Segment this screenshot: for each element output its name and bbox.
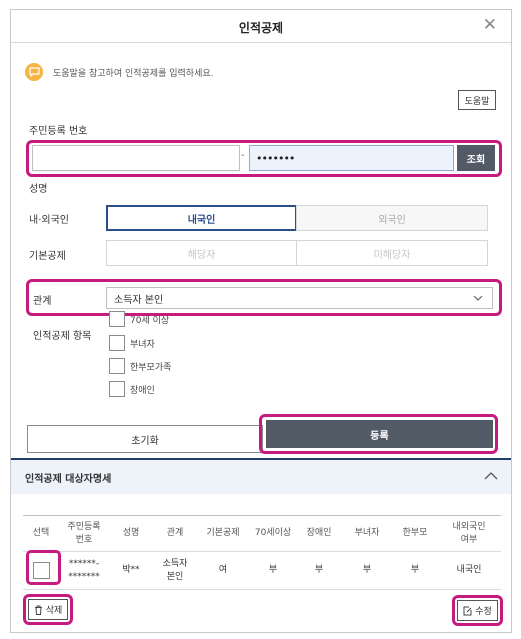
col-nationality: 내외국인 여부 xyxy=(437,515,501,552)
over70-checkbox[interactable] xyxy=(109,311,125,327)
col-rrn-line1: 주민등록 xyxy=(67,521,101,532)
reset-button[interactable]: 초기화 xyxy=(27,425,263,453)
col-rrn: 주민등록 번호 xyxy=(59,515,109,552)
disabled-label: 장애인 xyxy=(130,385,155,396)
col-single-parent: 한부모 xyxy=(393,515,437,552)
row-select-highlight xyxy=(26,550,61,585)
row-woman: 부 xyxy=(341,551,393,590)
item-disabled[interactable]: 장애인 xyxy=(109,380,155,398)
single-parent-checkbox[interactable] xyxy=(109,358,125,374)
row-rrn-front: ******- xyxy=(68,558,100,569)
rrn-label: 주민등록 번호 xyxy=(29,126,88,137)
help-button[interactable]: 도움말 xyxy=(458,90,496,110)
help-message: 도움말을 참고하여 인적공제를 입력하세요. xyxy=(25,63,214,81)
table-row: ******- ******* 박** 소득자 본인 여 부 부 부 부 내국인 xyxy=(23,551,501,590)
basic-deduction-label: 기본공제 xyxy=(29,251,66,262)
relation-select-value: 소득자 본인 xyxy=(114,294,164,306)
col-rrn-line2: 번호 xyxy=(75,534,93,545)
woman-checkbox[interactable] xyxy=(109,335,125,351)
row-basic: 여 xyxy=(197,551,249,590)
relation-label: 관계 xyxy=(33,296,52,307)
row-relation: 소득자 본인 xyxy=(153,551,197,590)
item-single-parent[interactable]: 한부모가족 xyxy=(109,357,171,375)
edit-button[interactable]: 수정 xyxy=(457,600,498,621)
woman-label: 부녀자 xyxy=(130,339,155,350)
basic-deduction-ineligible-option[interactable]: 미해당자 xyxy=(296,240,488,266)
row-nationality: 내국인 xyxy=(437,551,501,590)
col-relation: 관계 xyxy=(153,515,197,552)
col-woman: 부녀자 xyxy=(341,515,393,552)
help-text: 도움말을 참고하여 인적공제를 입력하세요. xyxy=(53,68,214,79)
name-label: 성명 xyxy=(29,184,48,195)
table-header-row: 선택 주민등록 번호 성명 관계 기본공제 70세이상 장애인 부녀자 한부모 … xyxy=(23,515,501,552)
deduction-items-label: 인적공제 항목 xyxy=(33,331,92,342)
dialog-titlebar: 인적공제 ✕ xyxy=(11,10,511,43)
col-nationality-line1: 내외국인 xyxy=(452,521,486,532)
col-disabled: 장애인 xyxy=(297,515,341,552)
row-single-parent: 부 xyxy=(393,551,437,590)
edit-label: 수정 xyxy=(475,607,492,617)
details-table: 선택 주민등록 번호 성명 관계 기본공제 70세이상 장애인 부녀자 한부모 … xyxy=(23,515,501,590)
chevron-down-icon xyxy=(473,295,483,301)
delete-label: 삭제 xyxy=(45,606,63,616)
delete-button[interactable]: 삭제 xyxy=(28,599,68,620)
col-name: 성명 xyxy=(109,515,153,552)
over70-label: 70세 이상 xyxy=(130,315,170,326)
details-section-title: 인적공제 대상자명세 xyxy=(25,474,112,485)
rrn-back-input[interactable]: ••••••• xyxy=(249,145,454,171)
details-section-header[interactable]: 인적공제 대상자명세 xyxy=(11,458,511,494)
row-relation-line2: 본인 xyxy=(166,571,184,582)
row-disabled: 부 xyxy=(297,551,341,590)
rrn-dash: - xyxy=(241,150,245,161)
register-button[interactable]: 등록 xyxy=(266,420,493,448)
item-woman[interactable]: 부녀자 xyxy=(109,334,155,352)
chat-bubble-icon xyxy=(25,63,43,81)
edit-icon xyxy=(463,606,472,615)
col-over70: 70세이상 xyxy=(249,515,297,552)
row-name: 박** xyxy=(109,551,153,590)
nationality-label: 내·외국인 xyxy=(29,215,69,226)
row-over70: 부 xyxy=(249,551,297,590)
single-parent-label: 한부모가족 xyxy=(130,362,172,373)
basic-deduction-eligible-option[interactable]: 해당자 xyxy=(106,240,297,266)
rrn-front-input[interactable] xyxy=(32,145,240,171)
item-over70[interactable]: 70세 이상 xyxy=(109,310,169,328)
col-select: 선택 xyxy=(23,515,59,552)
disabled-checkbox[interactable] xyxy=(109,381,125,397)
close-icon[interactable]: ✕ xyxy=(483,15,497,35)
row-rrn: ******- ******* xyxy=(59,551,109,590)
trash-icon xyxy=(34,605,42,615)
nationality-domestic-option[interactable]: 내국인 xyxy=(106,205,297,231)
chevron-up-icon[interactable] xyxy=(483,468,499,484)
row-rrn-back: ******* xyxy=(68,571,100,582)
row-relation-line1: 소득자 xyxy=(162,558,188,569)
col-nationality-line2: 여부 xyxy=(460,534,478,545)
personal-deduction-dialog: 인적공제 ✕ 도움말을 참고하여 인적공제를 입력하세요. 도움말 주민등록 번… xyxy=(10,9,512,633)
dialog-title: 인적공제 xyxy=(238,21,284,35)
relation-select[interactable]: 소득자 본인 xyxy=(106,287,493,309)
col-basic: 기본공제 xyxy=(197,515,249,552)
search-button[interactable]: 조회 xyxy=(457,145,495,171)
nationality-foreign-option[interactable]: 외국인 xyxy=(296,205,488,231)
